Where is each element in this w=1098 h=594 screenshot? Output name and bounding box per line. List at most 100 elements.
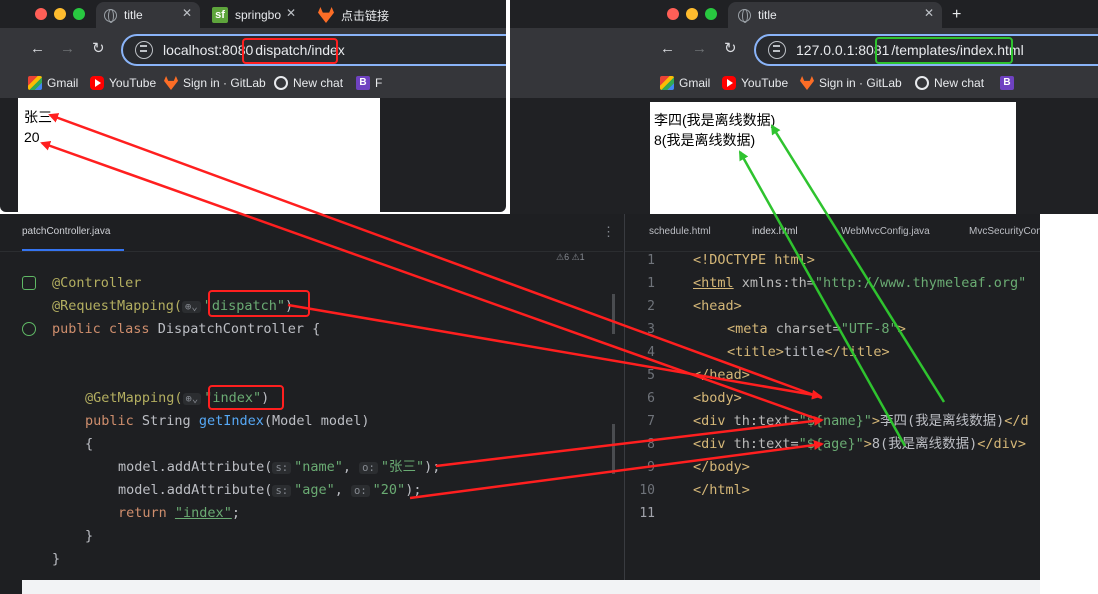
punct: ,	[334, 482, 343, 498]
line-number: 10	[639, 483, 655, 498]
tab-dispatch-controller[interactable]: patchController.java	[22, 226, 110, 237]
line-number: 8	[647, 437, 655, 452]
tab-index-html[interactable]: index.html	[752, 226, 798, 237]
tab-webmvcconfig[interactable]: WebMvcConfig.java	[841, 226, 930, 237]
gitlab-icon	[164, 76, 178, 90]
line-number: 1	[647, 253, 655, 268]
warnings-indicator[interactable]: ⚠6 ⚠1	[556, 252, 585, 263]
b-icon: B	[1000, 76, 1014, 90]
string: "${name}"	[798, 413, 872, 429]
globe-hint-icon[interactable]: ⊕⌄	[182, 301, 201, 313]
close-icon[interactable]: ✕	[924, 6, 934, 20]
code-line: }	[85, 528, 94, 544]
string: "index"	[174, 505, 232, 521]
browser-window-right: title ✕ + ← → ↻ 127.0.0.1:8081 /template…	[510, 0, 1098, 214]
tag: >	[871, 413, 880, 429]
tab-mvcsecurity[interactable]: MvcSecurityCon	[969, 226, 1040, 237]
code-line: }	[52, 551, 61, 567]
attribute: th:text=	[725, 413, 799, 429]
class-name: DispatchController {	[157, 321, 321, 337]
forward-arrow-icon[interactable]: →	[60, 40, 75, 58]
minimize-window-button[interactable]	[54, 8, 66, 20]
code-line: </body>	[693, 456, 750, 479]
spring-mapping-icon[interactable]	[22, 322, 36, 336]
bookmark-gitlab[interactable]: Sign in · GitLab	[800, 76, 902, 90]
globe-icon	[104, 8, 117, 23]
bookmarks-bar: Gmail YouTube Sign in · GitLab New chat …	[0, 72, 506, 98]
code-line: <html xmlns:th="http://www.thymeleaf.org…	[693, 272, 1026, 295]
attribute: xmlns:th=	[733, 275, 815, 291]
bookmark-label: YouTube	[109, 76, 157, 90]
site-settings-icon[interactable]	[768, 41, 786, 59]
minimize-window-button[interactable]	[686, 8, 698, 20]
openai-icon	[915, 76, 929, 90]
youtube-icon	[90, 76, 104, 90]
line-number: 4	[647, 345, 655, 360]
tab-schedule-html[interactable]: schedule.html	[649, 226, 711, 237]
annotation: @GetMapping(	[85, 390, 183, 406]
tab-springboot[interactable]: sf springbo ✕	[204, 2, 304, 28]
bookmark-gmail[interactable]: Gmail	[660, 76, 710, 90]
tag: <body>	[693, 390, 742, 406]
maximize-window-button[interactable]	[705, 8, 717, 20]
param-hint: s:	[272, 462, 292, 474]
call: model.addAttribute(	[118, 482, 273, 498]
forward-arrow-icon[interactable]: →	[692, 40, 707, 58]
back-arrow-icon[interactable]: ←	[660, 40, 675, 58]
tab-title[interactable]: title ✕	[96, 2, 200, 28]
close-icon[interactable]: ✕	[286, 6, 296, 20]
scrollbar[interactable]	[612, 294, 615, 334]
code-line: </head>	[693, 364, 750, 387]
gitlab-icon	[318, 7, 334, 23]
code-line: <div th:text="${name}">李四(我是离线数据)</d	[693, 410, 1029, 433]
bookmark-new-chat[interactable]: New chat	[274, 76, 343, 90]
site-settings-icon[interactable]	[135, 41, 153, 59]
code-line: <title>title</title>	[727, 341, 890, 364]
code-line: <head>	[693, 295, 742, 318]
globe-hint-icon[interactable]: ⊕⌄	[182, 393, 202, 405]
doctype: <!DOCTYPE html>	[693, 252, 815, 268]
close-window-button[interactable]	[667, 8, 679, 20]
tag: </html>	[693, 482, 750, 498]
back-arrow-icon[interactable]: ←	[30, 40, 45, 58]
bookmark-youtube[interactable]: YouTube	[722, 76, 788, 90]
reload-icon[interactable]: ↻	[724, 40, 737, 58]
spring-bean-icon[interactable]	[22, 276, 36, 290]
highlight-request-mapping	[208, 290, 310, 317]
age-output: 8(我是离线数据)	[654, 132, 756, 148]
string: "${age}"	[798, 436, 864, 452]
bookmark-new-chat[interactable]: New chat	[915, 76, 984, 90]
bookmark-gitlab[interactable]: Sign in · GitLab	[164, 76, 266, 90]
bookmark-youtube[interactable]: YouTube	[90, 76, 156, 90]
close-window-button[interactable]	[35, 8, 47, 20]
more-options-icon[interactable]: ⋮	[602, 224, 615, 240]
param-hint: o:	[359, 462, 378, 474]
bookmark-f[interactable]: BF	[356, 76, 382, 90]
tab-strip: title ✕ sf springbo ✕ 点击链接	[0, 0, 506, 28]
browser-window-left: title ✕ sf springbo ✕ 点击链接 ← → ↻ localho…	[0, 0, 506, 212]
type: String	[141, 413, 191, 429]
tab-gitlab[interactable]: 点击链接	[310, 2, 390, 28]
active-tab-indicator	[22, 249, 124, 251]
code-line: @Controller	[52, 272, 141, 295]
bookmark-gmail[interactable]: Gmail	[28, 76, 78, 90]
bookmark-b[interactable]: B	[1000, 76, 1019, 90]
line-number: 6	[647, 391, 655, 406]
param-hint: s:	[272, 485, 292, 497]
text: 8(我是离线数据)	[871, 436, 978, 452]
new-tab-button[interactable]: +	[952, 2, 961, 28]
close-icon[interactable]: ✕	[182, 6, 192, 20]
punct: );	[405, 482, 422, 498]
keyword: return	[118, 505, 167, 521]
reload-icon[interactable]: ↻	[92, 40, 105, 58]
tag: >	[863, 436, 872, 452]
line-number: 7	[647, 414, 655, 429]
line-number: 2	[647, 299, 655, 314]
tag: <head>	[693, 298, 742, 314]
tab-title[interactable]: title ✕	[728, 2, 942, 28]
maximize-window-button[interactable]	[73, 8, 85, 20]
keyword: class	[108, 321, 150, 337]
page-content: 李四(我是离线数据) 8(我是离线数据)	[650, 102, 1016, 214]
url-host: localhost:8080	[163, 42, 254, 58]
editor-tab-bar: schedule.html index.html WebMvcConfig.ja…	[625, 214, 1040, 252]
